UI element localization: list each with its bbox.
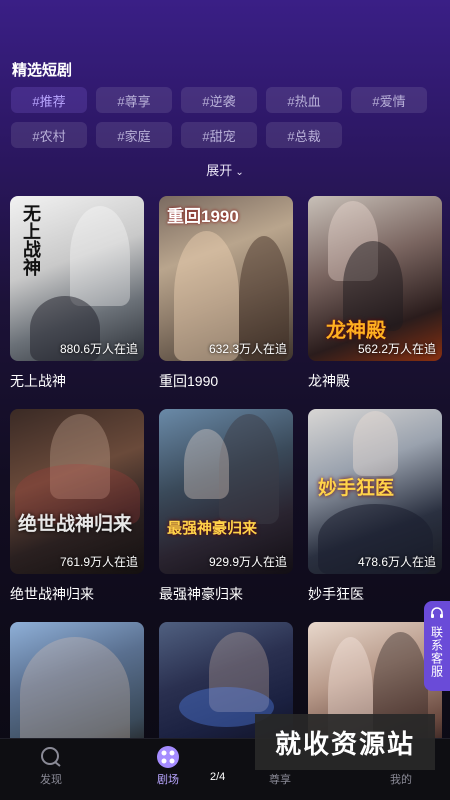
watching-count: 761.9万人在追 xyxy=(59,555,138,569)
tag-romance[interactable]: #爱情 xyxy=(351,87,427,113)
category-tags: #推荐 #尊享 #逆袭 #热血 #爱情 #农村 #家庭 #甜宠 #总裁 xyxy=(11,87,441,157)
contact-service-button[interactable]: 联系客服 xyxy=(424,601,450,691)
drama-poster[interactable] xyxy=(10,622,144,752)
expand-label: 展开 xyxy=(206,163,233,178)
drama-name[interactable]: 绝世战神归来 xyxy=(10,584,144,604)
tag-comeback[interactable]: #逆袭 xyxy=(181,87,257,113)
watching-count: 632.3万人在追 xyxy=(208,342,287,356)
drama-name[interactable]: 无上战神 xyxy=(10,371,144,391)
drama-card[interactable]: 无上战神 880.6万人在追 无上战神 xyxy=(10,196,144,391)
contact-label: 联系客服 xyxy=(429,626,444,678)
drama-card[interactable]: 最强神豪归来 929.9万人在追 最强神豪归来 xyxy=(159,409,293,604)
drama-poster[interactable]: 龙神殿 562.2万人在追 xyxy=(308,196,442,361)
watching-count: 562.2万人在追 xyxy=(357,342,436,356)
tab-discover[interactable]: 发现 xyxy=(21,745,81,787)
tag-rural[interactable]: #农村 xyxy=(11,122,87,148)
watching-count: 880.6万人在追 xyxy=(59,342,138,356)
headset-icon xyxy=(430,607,444,624)
watching-count: 929.9万人在追 xyxy=(208,555,287,569)
tag-action[interactable]: #热血 xyxy=(266,87,342,113)
tab-theater[interactable]: 剧场 xyxy=(138,745,198,787)
drama-card[interactable] xyxy=(10,622,144,752)
watermark: 就收资源站 xyxy=(255,714,435,770)
poster-title: 龙神殿 xyxy=(326,320,386,342)
drama-grid: 无上战神 880.6万人在追 无上战神 重回1990 632.3万人在追 重回1… xyxy=(10,196,442,770)
drama-poster[interactable]: 无上战神 880.6万人在追 xyxy=(10,196,144,361)
drama-name[interactable]: 妙手狂医 xyxy=(308,584,442,604)
poster-title: 妙手狂医 xyxy=(318,478,395,499)
chevron-down-icon: ⌄ xyxy=(235,167,244,178)
tab-label: 尊享 xyxy=(269,774,291,786)
drama-card[interactable]: 绝世战神归来 761.9万人在追 绝世战神归来 xyxy=(10,409,144,604)
drama-name[interactable]: 重回1990 xyxy=(159,371,293,391)
drama-poster[interactable]: 重回1990 632.3万人在追 xyxy=(159,196,293,361)
expand-button[interactable]: 展开 ⌄ xyxy=(0,160,450,179)
tag-vip[interactable]: #尊享 xyxy=(96,87,172,113)
discover-icon xyxy=(37,745,65,769)
poster-title: 重回1990 xyxy=(167,207,239,226)
drama-poster[interactable]: 绝世战神归来 761.9万人在追 xyxy=(10,409,144,574)
page-title: 精选短剧 xyxy=(12,62,73,79)
drama-poster[interactable]: 妙手狂医 478.6万人在追 xyxy=(308,409,442,574)
poster-title: 绝世战神归来 xyxy=(18,514,133,535)
page-indicator: 2/4 xyxy=(210,771,226,783)
drama-poster[interactable]: 最强神豪归来 929.9万人在追 xyxy=(159,409,293,574)
theater-icon xyxy=(154,745,182,769)
drama-name[interactable]: 最强神豪归来 xyxy=(159,584,293,604)
poster-title: 无上战神 xyxy=(21,204,41,276)
tag-ceo[interactable]: #总裁 xyxy=(266,122,342,148)
drama-card[interactable]: 重回1990 632.3万人在追 重回1990 xyxy=(159,196,293,391)
drama-card[interactable]: 龙神殿 562.2万人在追 龙神殿 xyxy=(308,196,442,391)
poster-title: 最强神豪归来 xyxy=(167,520,258,537)
drama-card[interactable]: 妙手狂医 478.6万人在追 妙手狂医 xyxy=(308,409,442,604)
tag-recommend[interactable]: #推荐 xyxy=(11,87,87,113)
tab-label: 发现 xyxy=(40,774,62,786)
tab-label: 剧场 xyxy=(157,774,179,786)
tag-family[interactable]: #家庭 xyxy=(96,122,172,148)
tab-label: 我的 xyxy=(390,774,412,786)
drama-name[interactable]: 龙神殿 xyxy=(308,371,442,391)
tag-sweet[interactable]: #甜宠 xyxy=(181,122,257,148)
watching-count: 478.6万人在追 xyxy=(357,555,436,569)
